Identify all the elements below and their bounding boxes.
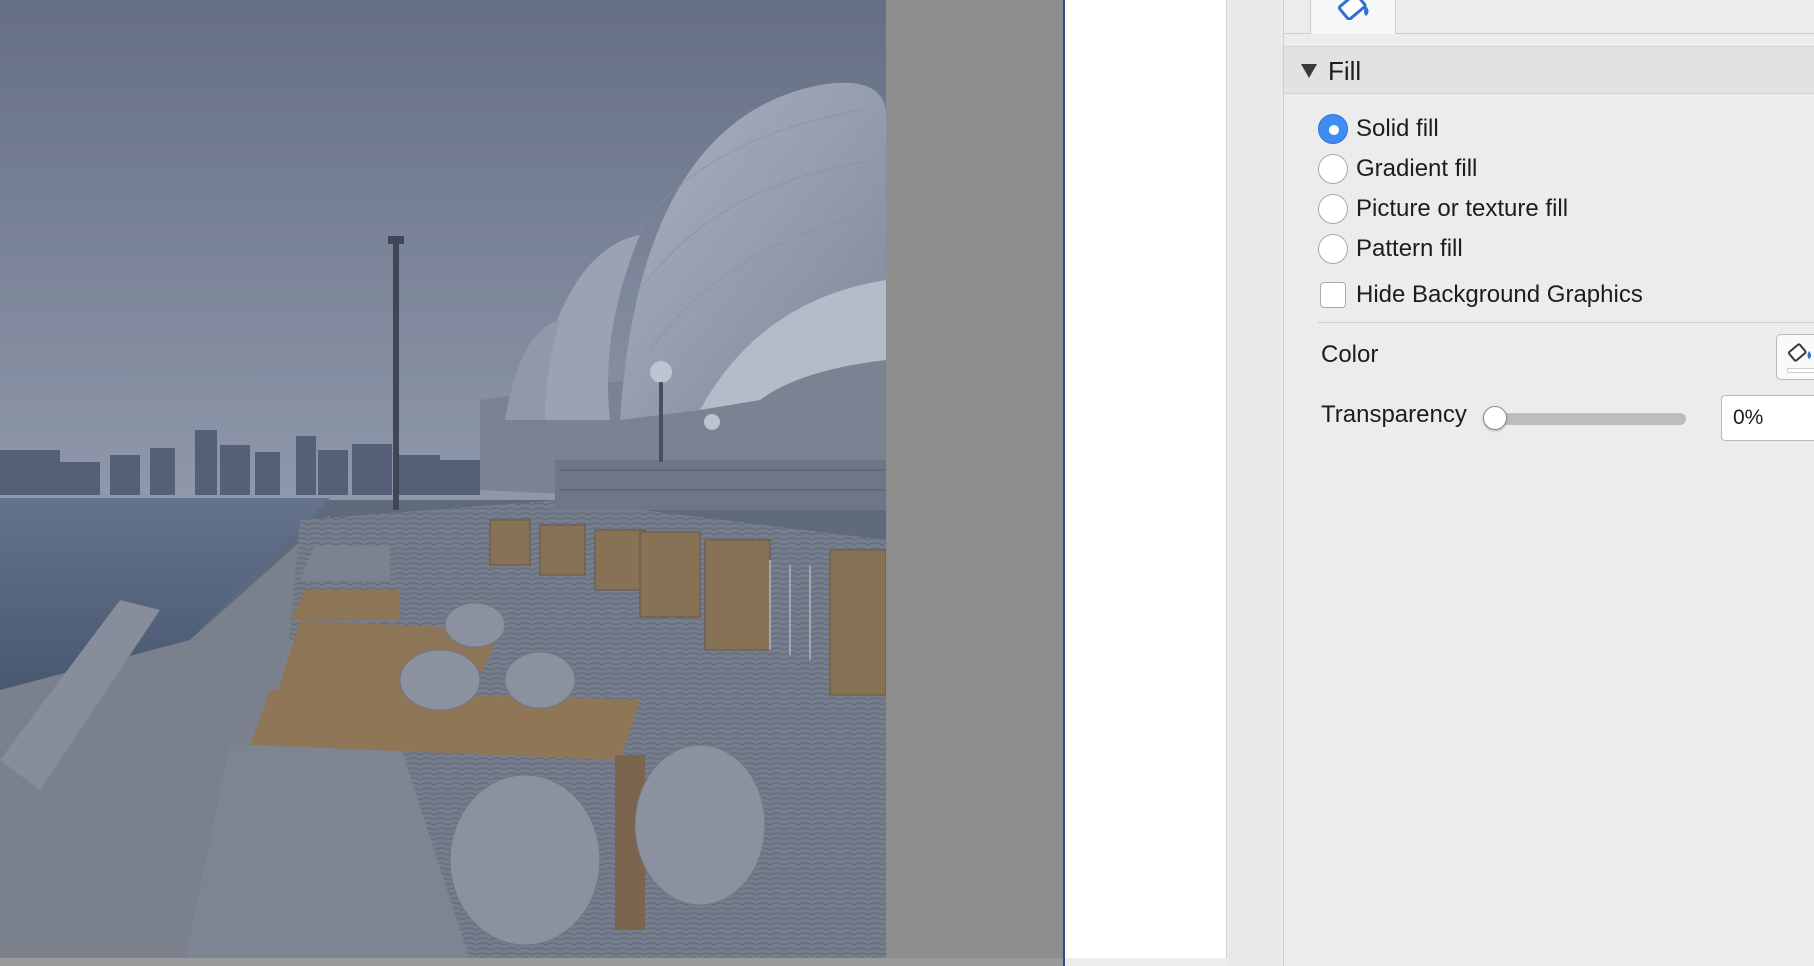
- section-divider: [1318, 322, 1814, 323]
- paint-bucket-icon: [1787, 343, 1811, 362]
- canvas-scroll-strip: [0, 958, 1065, 966]
- gradient-fill-label[interactable]: Gradient fill: [1356, 155, 1477, 183]
- gradient-fill-option[interactable]: Gradient fill: [1318, 152, 1477, 186]
- hide-background-graphics-option[interactable]: Hide Background Graphics: [1320, 278, 1643, 312]
- transparency-label: Transparency: [1321, 401, 1467, 428]
- gradient-fill-radio[interactable]: [1318, 154, 1348, 184]
- transparency-value-field[interactable]: 0%: [1721, 395, 1814, 441]
- picture-texture-fill-option[interactable]: Picture or texture fill: [1318, 192, 1568, 226]
- hide-background-graphics-checkbox[interactable]: [1320, 282, 1346, 308]
- pattern-fill-option[interactable]: Pattern fill: [1318, 232, 1463, 266]
- solid-fill-option[interactable]: Solid fill: [1318, 112, 1439, 146]
- panel-gutter: [1227, 0, 1283, 966]
- picture-texture-fill-label[interactable]: Picture or texture fill: [1356, 195, 1568, 223]
- disclosure-triangle-icon[interactable]: [1301, 64, 1317, 78]
- format-background-panel: Fill Solid fill Gradient fill Picture or…: [1283, 0, 1814, 966]
- pattern-fill-radio[interactable]: [1318, 234, 1348, 264]
- picture-texture-fill-radio[interactable]: [1318, 194, 1348, 224]
- transparency-slider-thumb[interactable]: [1483, 406, 1507, 430]
- hide-background-graphics-label[interactable]: Hide Background Graphics: [1356, 281, 1643, 309]
- solid-fill-label[interactable]: Solid fill: [1356, 115, 1439, 143]
- slide-background-photo[interactable]: [0, 0, 886, 958]
- panel-tab-bar: [1284, 0, 1814, 34]
- solid-fill-radio[interactable]: [1318, 114, 1348, 144]
- transparency-slider-track[interactable]: [1496, 413, 1686, 425]
- slide-canvas-area[interactable]: [0, 0, 1065, 966]
- color-picker-button[interactable]: [1776, 334, 1814, 380]
- color-label: Color: [1321, 341, 1379, 368]
- fill-section-header[interactable]: Fill: [1284, 46, 1814, 94]
- fill-section-title: Fill: [1328, 56, 1362, 86]
- slide-margin-area: [1065, 0, 1227, 958]
- tab-fill[interactable]: [1310, 0, 1396, 34]
- pattern-fill-label[interactable]: Pattern fill: [1356, 235, 1463, 263]
- color-swatch: [1787, 368, 1814, 373]
- paint-bucket-icon: [1337, 0, 1369, 20]
